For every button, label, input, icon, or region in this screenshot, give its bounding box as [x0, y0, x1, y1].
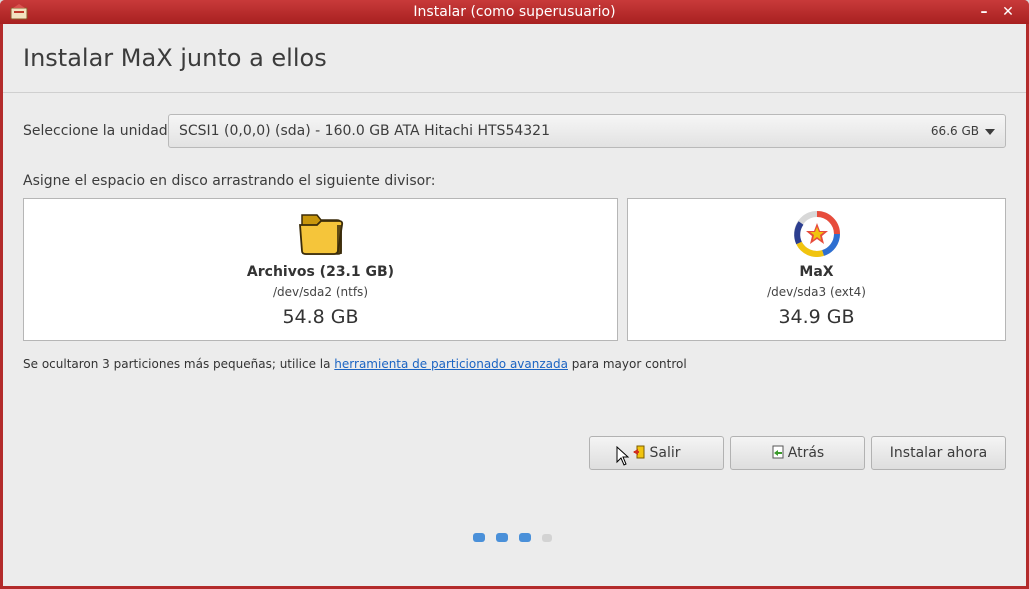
- step-dot: [473, 533, 485, 542]
- partition-device: /dev/sda2 (ntfs): [272, 285, 368, 299]
- install-now-label: Instalar ahora: [889, 445, 988, 461]
- folder-icon: [298, 214, 343, 255]
- assign-label: Asigne el espacio en disco arrastrando e…: [23, 173, 436, 189]
- install-now-button[interactable]: Instalar ahora: [871, 436, 1006, 470]
- step-dot: [496, 533, 508, 542]
- quit-icon: [633, 445, 645, 459]
- quit-button[interactable]: Salir: [589, 436, 724, 470]
- installer-window: Instalar (como superusuario) – ✕ Instala…: [0, 0, 1029, 589]
- window-title: Instalar (como superusuario): [413, 4, 616, 20]
- max-logo-icon: [793, 211, 840, 257]
- partition-panel-new: MaX /dev/sda3 (ext4) 34.9 GB: [627, 198, 1006, 341]
- page-header: Instalar MaX junto a ellos: [3, 24, 1026, 93]
- page-title: Instalar MaX junto a ellos: [23, 44, 327, 72]
- mouse-cursor-icon: [616, 446, 630, 466]
- back-icon: [772, 445, 784, 459]
- note-text-after: para mayor control: [567, 357, 687, 371]
- back-label: Atrás: [787, 445, 825, 461]
- partition-size: 34.9 GB: [778, 306, 855, 328]
- advanced-partitioning-link[interactable]: herramienta de particionado avanzada: [334, 357, 568, 371]
- unit-size: 66.6 GB: [930, 124, 979, 138]
- note-text-before: Se ocultaron 3 particiones más pequeñas;…: [23, 357, 335, 371]
- unit-dropdown[interactable]: SCSI1 (0,0,0) (sda) - 160.0 GB ATA Hitac…: [168, 114, 1006, 148]
- window-content: Instalar MaX junto a ellos Seleccione la…: [3, 24, 1026, 586]
- chevron-down-icon: [985, 129, 995, 135]
- partition-device: /dev/sda3 (ext4): [767, 285, 866, 299]
- close-button[interactable]: ✕: [998, 2, 1018, 22]
- partition-name: Archivos (23.1 GB): [246, 264, 395, 280]
- back-button[interactable]: Atrás: [730, 436, 865, 470]
- title-bar[interactable]: Instalar (como superusuario) – ✕: [0, 0, 1029, 24]
- partition-size: 54.8 GB: [282, 306, 359, 328]
- partition-panel-existing: Archivos (23.1 GB) /dev/sda2 (ntfs) 54.8…: [23, 198, 618, 341]
- unit-selected-value: SCSI1 (0,0,0) (sda) - 160.0 GB ATA Hitac…: [179, 123, 550, 139]
- partition-resize-handle[interactable]: [618, 198, 627, 341]
- step-dot: [542, 534, 552, 542]
- partition-name: MaX: [799, 264, 834, 280]
- step-dot: [519, 533, 531, 542]
- hidden-partitions-note: Se ocultaron 3 particiones más pequeñas;…: [23, 357, 687, 371]
- unit-label: Seleccione la unidad:: [23, 123, 173, 139]
- quit-label: Salir: [649, 445, 681, 461]
- minimize-button[interactable]: –: [974, 2, 994, 22]
